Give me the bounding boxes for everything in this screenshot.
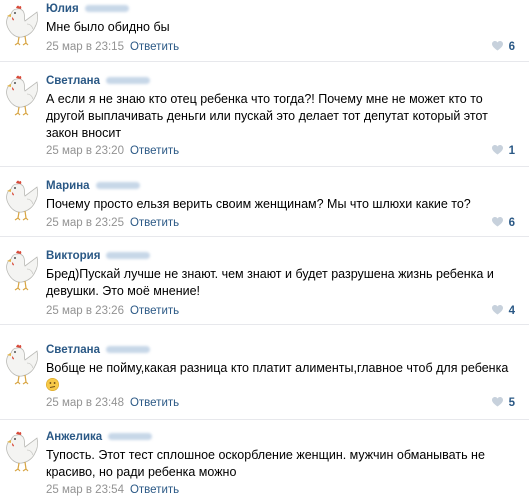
comment-date[interactable]: 25 мар в 23:48 [46, 397, 124, 409]
comment-author-row: Юлия [46, 2, 129, 16]
like-button[interactable]: 6 [492, 216, 515, 230]
white-chicken-avatar-icon[interactable] [2, 177, 42, 221]
comment-author-row: Марина [46, 179, 140, 193]
comment-meta: 25 мар в 23:26 Ответить [46, 304, 179, 318]
comment-text-body: Вобще не пойму,какая разница кто платит … [46, 361, 509, 375]
blurred-surname [95, 182, 140, 190]
reply-button[interactable]: Ответить [130, 305, 179, 317]
like-count: 4 [508, 305, 515, 317]
comment-date[interactable]: 25 мар в 23:15 [46, 41, 124, 53]
author-name[interactable]: Анжелика [46, 431, 102, 443]
comment-date[interactable]: 25 мар в 23:20 [46, 145, 124, 157]
author-name[interactable]: Светлана [46, 75, 100, 87]
comment-author-row: Светлана [46, 343, 150, 357]
blurred-surname [108, 433, 153, 441]
like-button[interactable]: 1 [492, 144, 515, 158]
white-chicken-avatar-icon[interactable] [2, 247, 42, 291]
comment-text: Бред)Пускай лучше не знают. чем знают и … [46, 267, 494, 298]
heart-icon [492, 305, 503, 315]
comment-date[interactable]: 25 мар в 23:54 [46, 484, 124, 496]
comment-meta: 25 мар в 23:48 Ответить [46, 396, 179, 410]
heart-icon [492, 41, 503, 51]
heart-icon [492, 397, 503, 407]
comment-meta: 25 мар в 23:54 Ответить [46, 483, 179, 497]
reply-button[interactable]: Ответить [130, 397, 179, 409]
reply-button[interactable]: Ответить [130, 484, 179, 496]
comment-item: Марина Почему просто ельзя верить своим … [0, 167, 529, 237]
heart-icon [492, 145, 503, 155]
like-count: 6 [508, 217, 515, 229]
comment-item: Анжелика Тупость. Этот тест сплошное оск… [0, 420, 529, 501]
comment-meta: 25 мар в 23:20 Ответить [46, 144, 179, 158]
comment-text: Почему просто ельзя верить своим женщина… [46, 197, 471, 211]
comment-text: Тупость. Этот тест сплошное оскорбление … [46, 448, 485, 479]
comment-author-row: Светлана [46, 74, 150, 88]
comment-author-row: Виктория [46, 249, 151, 263]
author-name[interactable]: Светлана [46, 344, 100, 356]
author-name[interactable]: Виктория [46, 250, 100, 262]
comment-meta: 25 мар в 23:15 Ответить [46, 40, 179, 54]
comment-date[interactable]: 25 мар в 23:25 [46, 217, 124, 229]
white-chicken-avatar-icon[interactable] [2, 2, 42, 46]
reply-button[interactable]: Ответить [130, 145, 179, 157]
comment-item: Светлана Вобще не пойму,какая разница кт… [0, 325, 529, 420]
blurred-surname [84, 5, 129, 13]
white-chicken-avatar-icon[interactable] [2, 341, 42, 385]
like-count: 6 [508, 41, 515, 53]
comment-meta: 25 мар в 23:25 Ответить [46, 216, 179, 230]
comment-text: Мне было обидно бы [46, 20, 170, 34]
confused-face-icon [46, 378, 59, 391]
like-count: 1 [508, 145, 515, 157]
comment-item: Юлия Мне было обидно бы 25 мар в 23:15 От… [0, 0, 529, 62]
white-chicken-avatar-icon[interactable] [2, 428, 42, 472]
reply-button[interactable]: Ответить [130, 41, 179, 53]
author-name[interactable]: Марина [46, 180, 90, 192]
comments-feed: Юлия Мне было обидно бы 25 мар в 23:15 От… [0, 0, 529, 501]
comment-item: Виктория Бред)Пускай лучше не знают. чем… [0, 237, 529, 325]
comment-date[interactable]: 25 мар в 23:26 [46, 305, 124, 317]
blurred-surname [106, 346, 150, 354]
comment-item: Светлана А если я не знаю кто отец ребен… [0, 62, 529, 167]
blurred-surname [106, 252, 151, 260]
like-button[interactable]: 5 [492, 396, 515, 410]
comment-author-row: Анжелика [46, 430, 153, 444]
blurred-surname [106, 77, 150, 85]
comment-text: Вобще не пойму,какая разница кто платит … [46, 360, 516, 394]
heart-icon [492, 217, 503, 227]
comment-text: А если я не знаю кто отец ребенка что то… [46, 92, 488, 140]
like-button[interactable]: 4 [492, 304, 515, 318]
author-name[interactable]: Юлия [46, 3, 79, 15]
reply-button[interactable]: Ответить [130, 217, 179, 229]
like-button[interactable]: 6 [492, 40, 515, 54]
like-count: 5 [508, 397, 515, 409]
white-chicken-avatar-icon[interactable] [2, 72, 42, 116]
